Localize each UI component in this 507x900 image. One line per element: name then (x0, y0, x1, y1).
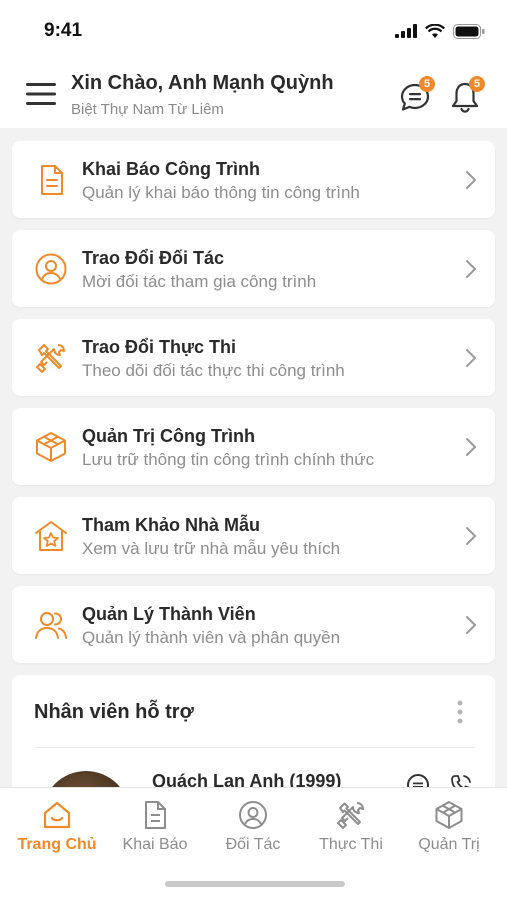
project-subtitle: Biệt Thự Nam Từ Liêm (71, 101, 224, 118)
tab-label: Khai Báo (122, 836, 188, 853)
menu-item-quan-ly-thanh-vien[interactable]: Quản Lý Thành Viên Quản lý thành viên và… (12, 586, 495, 663)
cellular-signal-icon (395, 24, 417, 38)
divider (34, 747, 475, 748)
menu-item-title: Quản Lý Thành Viên (82, 604, 256, 624)
messages-badge: 5 (419, 76, 435, 92)
menu-item-tham-khao-nha-mau[interactable]: Tham Khảo Nhà Mẫu Xem và lưu trữ nhà mẫu… (12, 497, 495, 574)
menu-item-title: Tham Khảo Nhà Mẫu (82, 515, 261, 535)
tab-label: Đối Tác (225, 836, 281, 853)
more-vertical-icon[interactable] (455, 699, 465, 725)
menu-item-title: Quản Trị Công Trình (82, 426, 255, 446)
menu-item-subtitle: Mời đối tác tham gia công trình (82, 272, 317, 291)
chevron-right-icon (466, 438, 476, 456)
menu-item-trao-doi-thuc-thi[interactable]: Trao Đổi Thực Thi Theo dõi đối tác thực … (12, 319, 495, 396)
tab-khai-bao[interactable]: Khai Báo (106, 800, 204, 854)
chevron-right-icon (466, 349, 476, 367)
tab-doi-tac[interactable]: Đối Tác (204, 800, 302, 854)
hamburger-menu-button[interactable] (26, 80, 56, 108)
user-circle-icon (239, 801, 267, 829)
menu-item-title: Trao Đổi Đối Tác (82, 248, 225, 268)
menu-item-subtitle: Theo dõi đối tác thực thi công trình (82, 361, 345, 380)
tab-thuc-thi[interactable]: Thực Thi (302, 800, 400, 854)
house-star-icon (35, 521, 67, 551)
menu-item-subtitle: Quản lý thành viên và phân quyền (82, 628, 341, 647)
menu-item-title: Khai Báo Công Trình (82, 159, 260, 179)
tab-label: Thực Thi (319, 836, 383, 853)
document-icon (145, 801, 166, 829)
home-indicator (165, 881, 345, 887)
status-bar: 9:41 (0, 0, 507, 62)
tab-quan-tri[interactable]: Quản Trị (400, 800, 498, 854)
menu-item-subtitle: Xem và lưu trữ nhà mẫu yêu thích (82, 539, 341, 558)
notifications-button[interactable]: 5 (448, 76, 485, 114)
menu-item-subtitle: Quản lý khai báo thông tin công trình (82, 183, 360, 202)
menu-item-trao-doi-doi-tac[interactable]: Trao Đổi Đối Tác Mời đối tác tham gia cô… (12, 230, 495, 307)
hamburger-icon (26, 83, 56, 105)
chevron-right-icon (466, 527, 476, 545)
wifi-icon (425, 23, 445, 38)
status-icons (395, 22, 485, 40)
menu-item-quan-tri-cong-trinh[interactable]: Quản Trị Công Trình Lưu trữ thông tin cô… (12, 408, 495, 485)
members-icon (35, 612, 67, 639)
box-icon (435, 801, 463, 829)
menu-item-title: Trao Đổi Thực Thi (82, 337, 237, 357)
home-icon (43, 801, 71, 829)
tools-icon (36, 344, 65, 373)
menu-item-khai-bao-cong-trinh[interactable]: Khai Báo Công Trình Quản lý khai báo thô… (12, 141, 495, 218)
status-time: 9:41 (44, 20, 83, 41)
menu-item-subtitle: Lưu trữ thông tin công trình chính thức (82, 450, 375, 469)
tab-trang-chu[interactable]: Trang Chủ (8, 800, 106, 854)
battery-icon (453, 23, 485, 39)
tools-icon (337, 802, 364, 829)
support-title: Nhân viên hỗ trợ (34, 701, 194, 723)
chevron-right-icon (466, 171, 476, 189)
box-icon (36, 432, 66, 462)
greeting-title: Xin Chào, Anh Mạnh Quỳnh (71, 72, 334, 94)
document-icon (41, 165, 63, 195)
tab-label: Quản Trị (418, 836, 480, 853)
chevron-right-icon (466, 616, 476, 634)
messages-button[interactable]: 5 (398, 76, 435, 114)
notifications-badge: 5 (469, 76, 485, 92)
chevron-right-icon (466, 260, 476, 278)
user-circle-icon (35, 253, 67, 285)
feature-menu-list: Khai Báo Công Trình Quản lý khai báo thô… (12, 141, 495, 675)
app-header: Xin Chào, Anh Mạnh Quỳnh Biệt Thự Nam Từ… (0, 62, 507, 128)
tab-label: Trang Chủ (17, 836, 97, 853)
